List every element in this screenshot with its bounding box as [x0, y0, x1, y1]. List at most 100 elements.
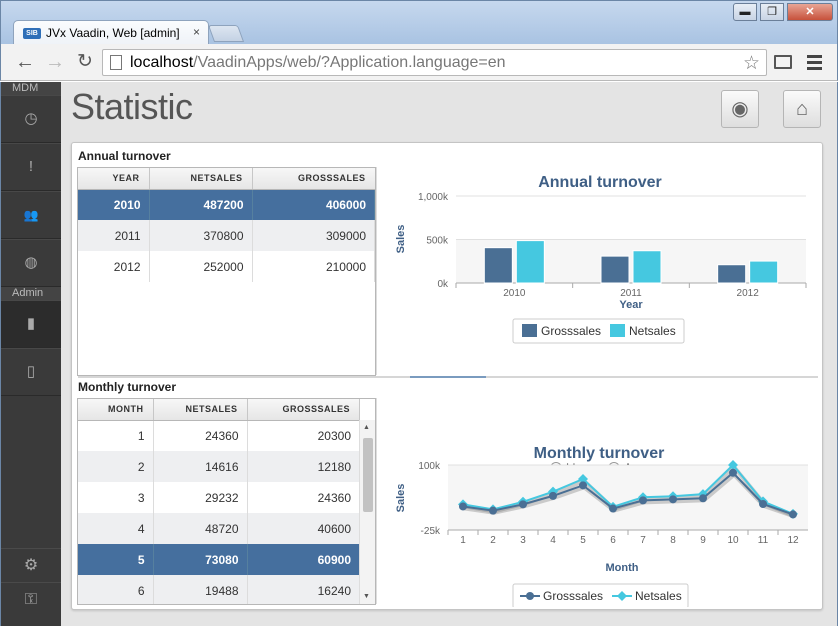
sidebar-item-clock[interactable]: ◷	[1, 95, 61, 143]
forward-arrow-icon[interactable]: →	[43, 50, 67, 74]
sidebar-item-users[interactable]: 👥	[1, 191, 61, 239]
splitter-vertical-lower[interactable]	[376, 398, 377, 604]
splitter-grip[interactable]	[410, 376, 486, 378]
table-row[interactable]: 4 48720 40600	[78, 513, 360, 544]
scroll-down-icon[interactable]: ▼	[363, 593, 370, 600]
y-tick-label: 1,000k	[418, 192, 449, 203]
home-button[interactable]: ⌂	[783, 90, 821, 128]
x-tick-label: 2010	[503, 288, 526, 299]
cell-grosssales: 60900	[247, 544, 360, 575]
favicon: SIB	[23, 28, 41, 39]
back-arrow-icon[interactable]: ←	[13, 50, 37, 74]
table-row[interactable]: 2012 252000 210000	[78, 251, 375, 282]
point-grosssales	[759, 500, 767, 508]
table-row[interactable]: 2 14616 12180	[78, 451, 360, 482]
point-grosssales	[579, 481, 587, 490]
annual-turnover-chart: Annual turnover 0k 500k 1,000k 2010 2011 2012 Y…	[395, 174, 807, 344]
maximize-button[interactable]: ❐	[760, 3, 784, 21]
settings-button[interactable]: ⚙	[1, 548, 61, 582]
browser-tab[interactable]: SIB JVx Vaadin, Web [admin] ×	[13, 20, 209, 46]
x-tick-label: 8	[670, 535, 676, 546]
x-tick-label: 4	[550, 535, 556, 546]
sidebar-item-building[interactable]: ▯	[1, 348, 61, 396]
y-tick-label: -25k	[421, 526, 441, 537]
point-grosssales	[549, 491, 557, 500]
cell-month: 5	[78, 544, 154, 575]
cast-icon[interactable]	[774, 55, 792, 69]
tab-close-icon[interactable]: ×	[193, 25, 200, 39]
cell-netsales: 14616	[153, 451, 248, 482]
logout-button[interactable]: ⚿	[1, 582, 61, 616]
y-tick-label: 500k	[426, 236, 449, 247]
column-header-year[interactable]: YEAR	[78, 168, 150, 190]
table-row[interactable]: 1 24360 20300	[78, 420, 360, 451]
cell-grosssales: 210000	[252, 251, 375, 282]
cell-netsales: 24360	[153, 420, 248, 451]
cell-netsales: 487200	[149, 189, 253, 220]
tab-title: JVx Vaadin, Web [admin]	[46, 26, 180, 40]
url-text[interactable]: localhost/VaadinApps/web/?Application.la…	[130, 54, 506, 72]
globe-icon: ◍	[24, 254, 38, 271]
table-row[interactable]: 3 29232 24360	[78, 482, 360, 513]
cell-netsales: 370800	[149, 220, 253, 251]
column-header-netsales[interactable]: NETSALES	[149, 168, 253, 190]
table-row[interactable]: 5 73080 60900	[78, 544, 360, 575]
cell-grosssales: 12180	[247, 451, 360, 482]
cell-grosssales: 24360	[247, 482, 360, 513]
cell-month: 3	[78, 482, 154, 513]
legend-swatch-grosssales	[522, 324, 537, 337]
sidebar-item-alert[interactable]: !	[1, 143, 61, 191]
clock-icon: ◷	[24, 110, 38, 127]
point-grosssales	[699, 494, 707, 503]
bar-netsales	[515, 240, 545, 284]
home-icon: ⌂	[795, 98, 809, 120]
cell-netsales: 73080	[153, 544, 248, 575]
refresh-button[interactable]: ◉	[721, 90, 759, 128]
cell-grosssales: 16240	[247, 575, 360, 604]
cell-year: 2012	[78, 251, 150, 282]
legend-label-grosssales: Grosssales	[543, 589, 603, 603]
scroll-up-icon[interactable]: ▲	[363, 424, 370, 431]
bookmark-star-icon[interactable]: ☆	[743, 52, 760, 75]
monthly-table[interactable]: MONTH NETSALES GROSSSALES 1 24360 20300 …	[77, 398, 376, 605]
point-grosssales	[639, 496, 647, 505]
point-grosssales	[519, 500, 527, 509]
splitter-vertical[interactable]	[376, 167, 377, 375]
annual-caption: Annual turnover	[78, 149, 171, 163]
column-header-month[interactable]: MONTH	[78, 399, 154, 421]
bar-netsales	[749, 260, 779, 284]
cell-netsales: 252000	[149, 251, 253, 282]
column-header-grosssales[interactable]: GROSSSALES	[247, 399, 360, 421]
new-tab-button[interactable]	[207, 25, 245, 42]
sidebar-item-globe[interactable]: ◍	[1, 239, 61, 287]
point-grosssales	[459, 502, 467, 511]
alert-icon: !	[28, 158, 34, 175]
y-tick-label: 0k	[437, 279, 449, 290]
scroll-thumb[interactable]	[363, 438, 373, 512]
window-titlebar: SIB JVx Vaadin, Web [admin] × ▬ ❐ ✕	[0, 0, 838, 46]
column-header-netsales[interactable]: NETSALES	[153, 399, 248, 421]
column-header-grosssales[interactable]: GROSSSALES	[252, 168, 375, 190]
table-scrollbar[interactable]: ▲ ▼	[359, 420, 375, 604]
address-bar[interactable]: localhost/VaadinApps/web/?Application.la…	[102, 49, 767, 76]
table-row[interactable]: 2011 370800 309000	[78, 220, 375, 251]
annual-table[interactable]: YEAR NETSALES GROSSSALES 2010 487200 406…	[77, 167, 376, 376]
close-window-button[interactable]: ✕	[787, 3, 833, 21]
y-axis-title: Sales	[395, 225, 407, 254]
cell-netsales: 48720	[153, 513, 248, 544]
menu-icon[interactable]	[807, 55, 822, 73]
legend-swatch-netsales	[610, 324, 625, 337]
legend-label-netsales: Netsales	[635, 589, 682, 603]
monthly-turnover-chart: Monthly turnover-25k100k1 2 3 4 5 6 7 8 9 10 11 12M…	[395, 445, 808, 607]
table-header-row: YEAR NETSALES GROSSSALES	[78, 168, 375, 190]
cell-month: 1	[78, 420, 154, 451]
table-row[interactable]: 6 19488 16240	[78, 575, 360, 604]
table-row[interactable]: 2010 487200 406000	[78, 189, 375, 220]
y-axis-title: Sales	[395, 484, 407, 513]
reload-icon[interactable]: ↻	[73, 50, 97, 74]
minimize-button[interactable]: ▬	[733, 3, 757, 21]
cell-grosssales: 40600	[247, 513, 360, 544]
sidebar-item-statistic[interactable]: ▮	[1, 300, 61, 348]
point-grosssales	[609, 504, 617, 513]
application-area: MDM ◷ ! 👥 ◍ Admin ▮ ▯ ⚙ ⚿ Statistic ◉ ⌂ …	[0, 82, 838, 626]
